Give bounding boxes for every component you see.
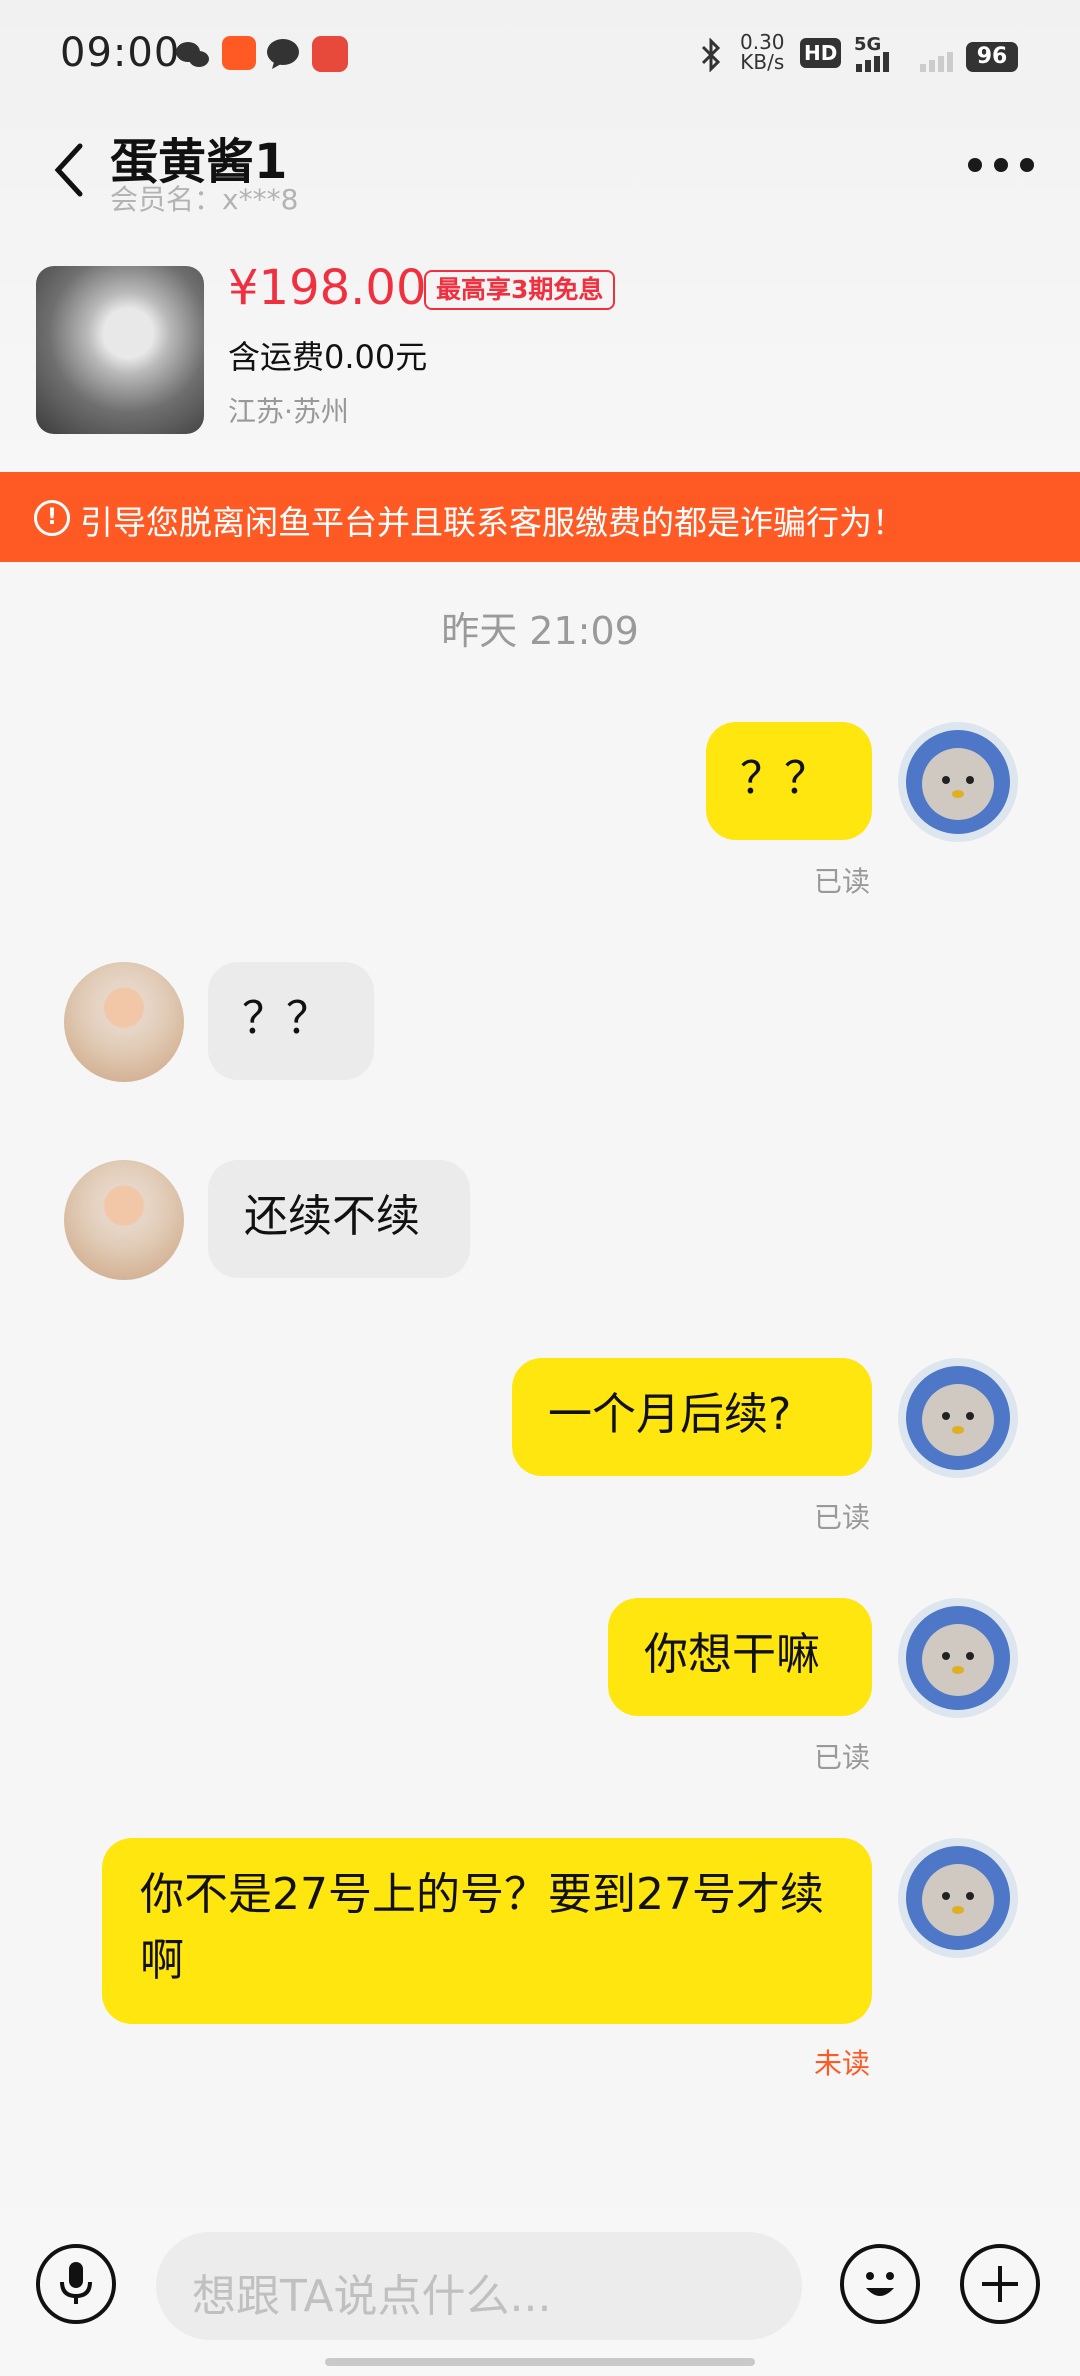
input-bar: 想跟TA说点什么... bbox=[0, 2210, 1080, 2376]
read-status: 已读 bbox=[814, 865, 871, 898]
net-speed-unit: KB/s bbox=[740, 50, 785, 74]
signal-icon bbox=[856, 52, 889, 72]
chat-timestamp: 昨天 21:09 bbox=[441, 609, 639, 653]
product-price: ¥198.00 bbox=[228, 260, 427, 316]
home-indicator[interactable] bbox=[325, 2358, 755, 2366]
cat-avatar-art bbox=[906, 730, 1010, 834]
message-bubble-sent[interactable]: 你想干嘛 bbox=[608, 1598, 872, 1716]
wechat-icon bbox=[176, 42, 209, 67]
message-bubble-received[interactable]: 还续不续 bbox=[208, 1160, 470, 1278]
location-text: 江苏·苏州 bbox=[228, 395, 349, 428]
input-placeholder: 想跟TA说点什么... bbox=[192, 2271, 552, 2322]
unread-status: 未读 bbox=[814, 2047, 871, 2080]
cat-avatar-art bbox=[906, 1366, 1010, 1470]
chevron-left-icon[interactable] bbox=[50, 140, 90, 200]
shipping-text: 含运费0.00元 bbox=[228, 338, 428, 376]
message-bubble-sent[interactable]: ？？ bbox=[706, 722, 872, 840]
contact-avatar[interactable] bbox=[64, 962, 184, 1082]
status-bar: 09:00 0.30 KB/s HD 5G 96 bbox=[0, 0, 1080, 110]
status-time: 09:00 bbox=[60, 30, 181, 76]
read-status: 已读 bbox=[814, 1501, 871, 1534]
signal-2-icon bbox=[920, 52, 953, 72]
cat-avatar-art bbox=[906, 1606, 1010, 1710]
message-bubble-sent[interactable]: 你不是27号上的号？要到27号才续啊 bbox=[102, 1838, 872, 2024]
emoji-icon[interactable] bbox=[840, 2244, 920, 2324]
chat-header: 蛋黄酱1 会员名：x***8 bbox=[0, 110, 1080, 220]
more-dots-icon[interactable] bbox=[968, 158, 1038, 178]
app-icon bbox=[312, 36, 348, 72]
message-bubble-sent[interactable]: 一个月后续? bbox=[512, 1358, 872, 1476]
taobao-icon bbox=[222, 36, 256, 70]
net-speed: 0.30 bbox=[740, 30, 785, 54]
message-bubble-received[interactable]: ？？ bbox=[208, 962, 374, 1080]
fraud-warning-banner: ! 引导您脱离闲鱼平台并且联系客服缴费的都是诈骗行为！ bbox=[0, 472, 1080, 562]
bluetooth-icon bbox=[701, 38, 721, 72]
message-icon bbox=[267, 39, 299, 69]
plus-icon[interactable] bbox=[960, 2244, 1040, 2324]
battery-icon: 96 bbox=[966, 42, 1018, 72]
product-image[interactable] bbox=[36, 266, 204, 434]
message-input[interactable]: 想跟TA说点什么... bbox=[156, 2232, 802, 2340]
installment-badge: 最高享3期免息 bbox=[424, 270, 616, 310]
microphone-icon[interactable] bbox=[36, 2244, 116, 2324]
contact-avatar[interactable] bbox=[64, 1160, 184, 1280]
cat-avatar-art bbox=[906, 1846, 1010, 1950]
warning-text: 引导您脱离闲鱼平台并且联系客服缴费的都是诈骗行为！ bbox=[80, 503, 905, 542]
hd-icon: HD bbox=[800, 38, 842, 68]
product-card[interactable]: ¥198.00 最高享3期免息 含运费0.00元 江苏·苏州 bbox=[0, 260, 1080, 460]
read-status: 已读 bbox=[814, 1741, 871, 1774]
member-name: 会员名：x***8 bbox=[110, 183, 299, 216]
alert-circle-icon: ! bbox=[34, 500, 70, 536]
